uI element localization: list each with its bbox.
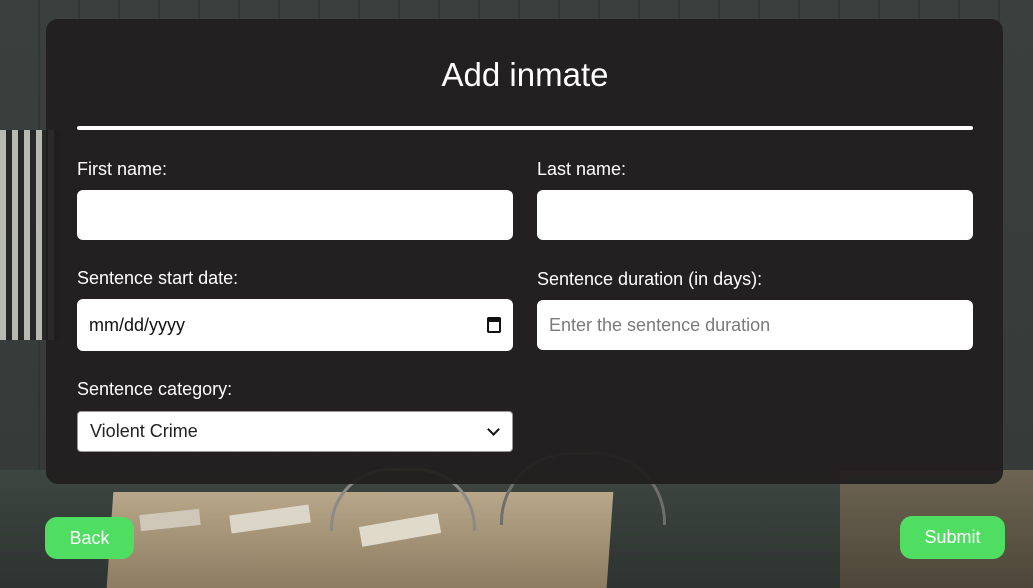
chevron-down-icon <box>487 422 500 436</box>
start-date-field[interactable]: mm/dd/yyyy <box>77 299 513 351</box>
first-name-label: First name: <box>77 159 168 179</box>
last-name-label: Last name: <box>537 159 627 179</box>
duration-field[interactable]: Enter the sentence duration <box>537 300 973 350</box>
back-button[interactable]: Back <box>45 517 134 559</box>
title-divider <box>77 126 973 130</box>
page-title: Add inmate <box>441 56 609 93</box>
category-selected-value: Violent Crime <box>90 421 198 441</box>
start-date-label: Sentence start date: <box>77 268 239 288</box>
category-select[interactable]: Violent Crime <box>77 411 513 452</box>
submit-button[interactable]: Submit <box>900 516 1005 559</box>
first-name-field[interactable] <box>77 190 513 240</box>
category-label: Sentence category: <box>77 379 233 399</box>
start-date-value: mm/dd/yyyy <box>89 314 186 335</box>
duration-label: Sentence duration (in days): <box>537 269 763 289</box>
duration-placeholder: Enter the sentence duration <box>549 314 771 335</box>
last-name-field[interactable] <box>537 190 973 240</box>
calendar-icon[interactable] <box>487 317 501 333</box>
